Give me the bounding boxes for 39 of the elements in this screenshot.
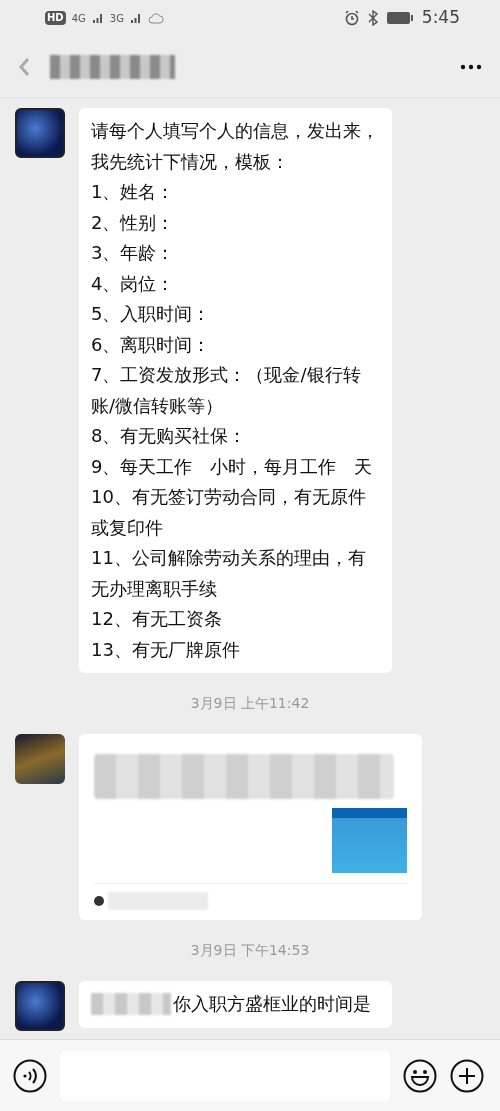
message-bubble[interactable]: 你入职方盛框业的时间是 [79,981,392,1028]
source-icon [94,896,104,906]
message-text: 3、年龄： [91,241,176,265]
message-text: 10、有无签订劳动合同，有无原件或复印件 [91,485,367,540]
message-text: 9、每天工作 小时，每月工作 天 [91,454,374,479]
message-text: 7、工资发放形式：（现金/银行转账/微信转账等） [91,363,362,418]
network-label: 3G [109,11,124,26]
message-text: 12、有无工资条 [91,607,223,631]
message-text: 8、有无购买社保： [91,424,248,448]
cloud-icon [147,12,164,24]
back-icon[interactable] [18,56,30,77]
message-text: 2、性别： [91,210,176,235]
link-card[interactable] [79,734,422,920]
more-icon[interactable] [460,63,482,70]
hd-badge: HD [45,11,66,25]
avatar-photo-placeholder[interactable] [15,981,65,1031]
timestamp: 3月9日 下午14:53 [190,941,310,960]
clock-time: 5:45 [421,6,460,30]
battery-icon [385,11,414,25]
network-label: 4G [71,11,86,26]
message-text: 13、有无厂牌原件 [91,637,241,662]
signal-icon [129,12,142,24]
message-text: 请每个人填写个人的信息，发出来，我先统计下情况，模板： [91,119,380,174]
bluetooth-icon [367,10,378,26]
avatar-photo-placeholder[interactable] [15,734,65,784]
voice-icon[interactable] [13,1058,47,1093]
signal-icon [91,12,104,24]
avatar-photo-placeholder[interactable] [15,108,65,158]
message-bubble[interactable]: 请每个人填写个人的信息，发出来，我先统计下情况，模板： 1、姓名： 2、性别： 3、年龄： 4、岗位： 5、入职时间： 6、离职时间： 7、工资发放形式：（现金/银行转账/微信转账等） 8、有无购买社保： 9、每天工作 小时，每月工作 天 10、有无签订劳动合同，有无原件或复印件 11、公司解除劳动关系的理由，有无办理离职手续 12、有无工资条 13、有无厂牌原件 [79,108,392,673]
message-text: 1、姓名： [91,180,176,204]
message-text: 5、入职时间： [91,302,212,326]
emoji-icon[interactable] [403,1058,437,1093]
message-text: 11、公司解除劳动关系的理由，有无办理离职手续 [91,546,367,601]
timestamp: 3月9日 上午11:42 [190,694,310,713]
plus-icon[interactable] [450,1058,484,1093]
alarm-icon [343,10,360,26]
message-text: 你入职方盛框业的时间是 [173,992,371,1016]
message-text: 6、离职时间： [91,332,212,357]
message-text: 4、岗位： [91,271,176,296]
